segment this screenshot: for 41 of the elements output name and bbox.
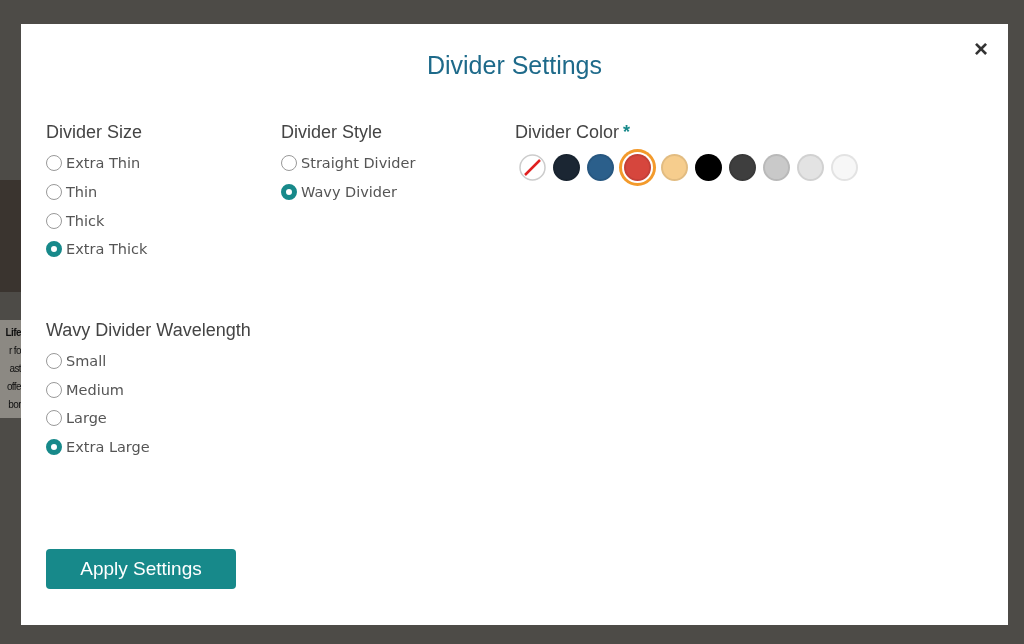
section-heading: Divider Color * (515, 121, 632, 144)
radio-option[interactable]: Straight Divider (281, 149, 515, 178)
no-color-swatch[interactable] (519, 154, 546, 181)
background-text: ast (9, 362, 21, 376)
radio-button[interactable] (281, 184, 297, 201)
radio-button[interactable] (46, 353, 62, 370)
color-swatch[interactable] (553, 154, 580, 181)
background-text: offe (6, 380, 21, 394)
radio-button[interactable] (46, 241, 62, 258)
radio-option[interactable]: Thin (46, 177, 281, 207)
section-heading: Divider Style (281, 121, 384, 144)
background-text: Life (5, 326, 21, 340)
close-button[interactable]: × (970, 36, 992, 62)
background-text: r fo (8, 344, 21, 358)
radio-button[interactable] (281, 155, 297, 172)
radio-option[interactable]: Extra Large (46, 432, 446, 462)
radio-button[interactable] (46, 155, 62, 172)
color-swatch[interactable] (797, 154, 824, 181)
section-heading: Wavy Divider Wavelength (46, 318, 252, 342)
radio-button[interactable] (46, 381, 62, 398)
section-heading: Divider Size (46, 121, 144, 144)
radio-button[interactable] (46, 184, 62, 201)
radio-option[interactable]: Extra Thick (46, 235, 281, 264)
color-swatch[interactable] (695, 154, 722, 181)
color-swatch[interactable] (831, 154, 858, 181)
background-text: bor (8, 398, 21, 412)
color-swatch[interactable] (763, 154, 790, 181)
radio-option[interactable]: Small (46, 346, 446, 376)
radio-button[interactable] (46, 439, 62, 456)
color-swatch[interactable] (729, 154, 756, 181)
color-swatch[interactable] (661, 154, 688, 181)
dialog-title: Divider Settings (426, 50, 603, 81)
color-swatch[interactable] (587, 154, 614, 181)
apply-settings-button[interactable]: Apply Settings (46, 549, 236, 589)
radio-option[interactable]: Large (46, 404, 446, 433)
radio-option[interactable]: Medium (46, 375, 446, 405)
radio-option[interactable]: Thick (46, 206, 281, 236)
radio-option[interactable]: Extra Thin (46, 149, 281, 178)
radio-button[interactable] (46, 212, 62, 229)
radio-option[interactable]: Wavy Divider (281, 177, 515, 207)
radio-button[interactable] (46, 410, 62, 427)
